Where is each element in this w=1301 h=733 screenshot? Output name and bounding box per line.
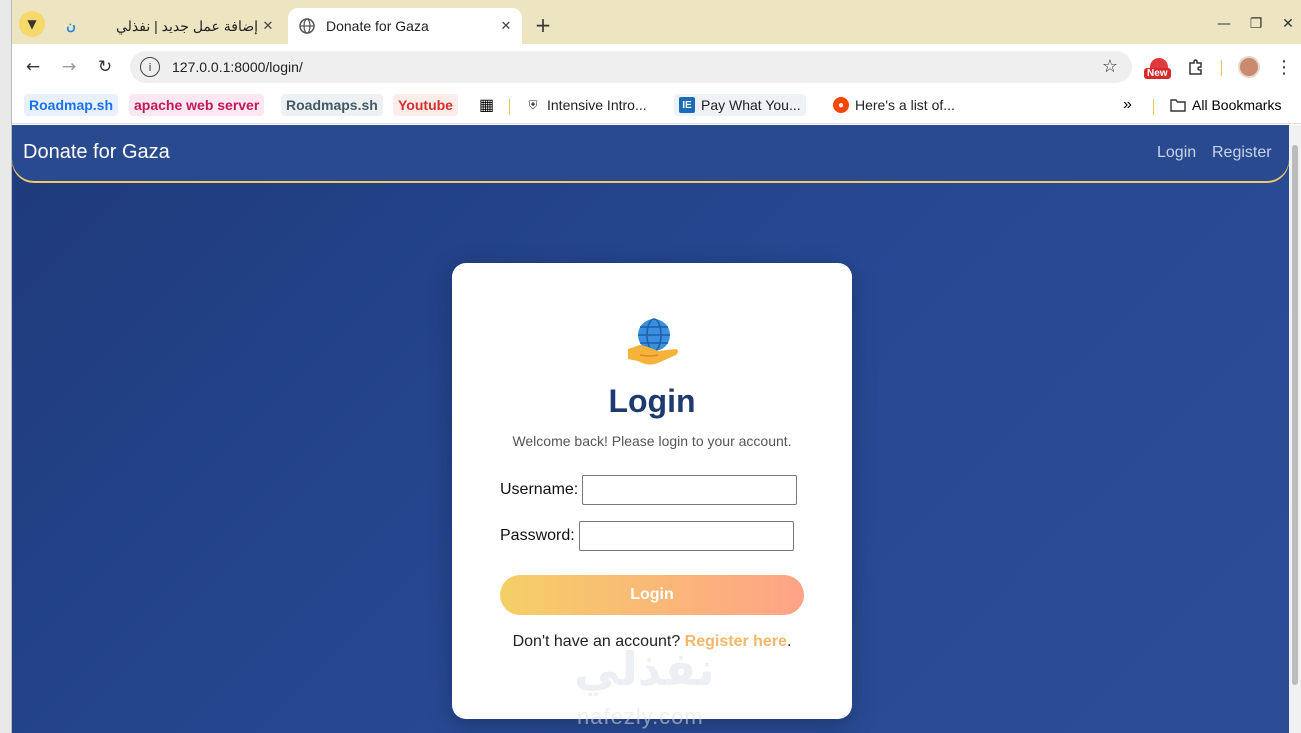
password-label: Password: — [500, 527, 575, 544]
new-badge-label: New — [1144, 68, 1171, 79]
bookmark-apache[interactable]: apache web server — [129, 94, 265, 116]
bookmark-pay-what-you[interactable]: IE Pay What You... — [674, 94, 806, 116]
forward-button[interactable]: → — [56, 54, 82, 80]
all-bookmarks-button[interactable]: All Bookmarks — [1165, 94, 1286, 116]
star-icon[interactable]: ☆ — [1102, 56, 1118, 77]
bookmark-label: Pay What You... — [701, 97, 801, 113]
folder-icon — [1170, 97, 1186, 113]
apps-button[interactable]: ▦ — [474, 94, 499, 116]
chevron-down-icon: ▼ — [27, 17, 37, 31]
url-text: 127.0.0.1:8000/login/ — [172, 59, 303, 75]
watermark-arabic: نفذلي — [574, 642, 715, 696]
new-tab-button[interactable]: + — [530, 12, 556, 38]
page-title: Login — [608, 383, 696, 419]
nafezly-icon: ن — [66, 18, 76, 33]
address-bar[interactable]: i 127.0.0.1:8000/login/ ☆ — [130, 51, 1132, 83]
register-suffix: . — [786, 633, 792, 650]
bookmark-roadmaps[interactable]: Roadmaps.sh — [281, 94, 383, 116]
bookmark-separator — [1153, 99, 1154, 115]
close-icon: ✕ — [1282, 16, 1294, 32]
globe-icon — [298, 17, 316, 35]
scrollbar-thumb[interactable] — [1292, 145, 1298, 685]
back-button[interactable]: ← — [20, 54, 46, 80]
double-chevron-right-icon: » — [1123, 96, 1132, 113]
puzzle-icon — [1189, 59, 1202, 75]
tab-donate-for-gaza[interactable]: Donate for Gaza ✕ — [288, 8, 522, 44]
minimize-icon: — — [1217, 16, 1231, 32]
bookmark-youtube[interactable]: Youtube — [393, 94, 458, 116]
tab-strip: ▼ ن إضافة عمل جديد | نفذلي ✕ Donate for … — [12, 0, 1301, 44]
bookmark-intensive-intro[interactable]: ⛨ Intensive Intro... — [520, 94, 652, 116]
page-content: Donate for Gaza Login Register Login Wel… — [12, 125, 1301, 733]
bookmark-label: apache web server — [134, 97, 260, 113]
watermark-latin: nafezly.com — [577, 704, 704, 729]
ie-icon: IE — [679, 97, 695, 113]
all-bookmarks-label: All Bookmarks — [1192, 97, 1282, 113]
reload-button[interactable]: ↻ — [92, 54, 118, 80]
page-subtitle: Welcome back! Please login to your accou… — [512, 433, 792, 449]
tab-nafezly[interactable]: ن إضافة عمل جديد | نفذلي ✕ — [52, 8, 284, 44]
close-icon[interactable]: ✕ — [258, 18, 278, 34]
bookmark-label: Here's a list of... — [855, 97, 955, 113]
reload-icon: ↻ — [97, 57, 113, 77]
restore-button[interactable]: ❐ — [1244, 12, 1268, 36]
bookmark-label: Roadmap.sh — [29, 97, 114, 113]
tab-search-button[interactable]: ▼ — [19, 11, 45, 37]
menu-button[interactable]: ⋮ — [1274, 55, 1294, 79]
site-navbar: Donate for Gaza Login Register — [12, 125, 1289, 181]
close-window-button[interactable]: ✕ — [1276, 12, 1300, 36]
toolbar-divider — [1221, 60, 1222, 76]
avatar[interactable] — [1238, 56, 1260, 78]
password-input[interactable] — [579, 521, 794, 551]
username-label: Username: — [500, 481, 579, 498]
browser-toolbar: ← → ↻ i 127.0.0.1:8000/login/ ☆ New ⋮ — [12, 44, 1301, 90]
close-icon[interactable]: ✕ — [496, 18, 516, 34]
login-button[interactable]: Login — [500, 575, 804, 615]
username-input[interactable] — [582, 475, 797, 505]
bookmarks-overflow-button[interactable]: » — [1118, 94, 1137, 116]
tab-title: إضافة عمل جديد | نفذلي — [116, 17, 258, 34]
bookmark-label: Youtube — [398, 97, 453, 113]
bookmark-label: Intensive Intro... — [547, 97, 647, 113]
scrollbar[interactable] — [1289, 125, 1301, 733]
bookmark-label: Roadmaps.sh — [286, 97, 378, 113]
bookmark-reddit-list[interactable]: ● Here's a list of... — [828, 94, 960, 116]
extension-new-badge[interactable]: New — [1144, 58, 1174, 82]
donate-globe-hand-icon — [628, 318, 678, 365]
extensions-button[interactable] — [1184, 55, 1208, 79]
apps-grid-icon: ▦ — [479, 97, 495, 114]
nav-register-link[interactable]: Register — [1212, 144, 1272, 162]
nav-login-link[interactable]: Login — [1157, 144, 1196, 162]
background-window-strip — [0, 0, 12, 733]
site-brand[interactable]: Donate for Gaza — [23, 141, 170, 164]
info-icon[interactable]: i — [140, 57, 160, 77]
bookmarks-bar: Roadmap.sh apache web server Roadmaps.sh… — [12, 90, 1301, 124]
minimize-button[interactable]: — — [1212, 12, 1236, 36]
tab-title: Donate for Gaza — [326, 18, 429, 34]
kebab-menu-icon: ⋮ — [1275, 56, 1293, 78]
browser-window: ▼ ن إضافة عمل جديد | نفذلي ✕ Donate for … — [12, 0, 1301, 733]
reddit-icon: ● — [833, 97, 849, 113]
restore-icon: ❐ — [1249, 16, 1263, 32]
bookmark-roadmap[interactable]: Roadmap.sh — [24, 94, 119, 116]
arrow-right-icon: → — [61, 57, 77, 77]
shield-icon: ⛨ — [528, 97, 538, 112]
bookmark-separator — [509, 99, 510, 115]
arrow-left-icon: ← — [25, 57, 41, 77]
plus-icon: + — [534, 13, 552, 37]
